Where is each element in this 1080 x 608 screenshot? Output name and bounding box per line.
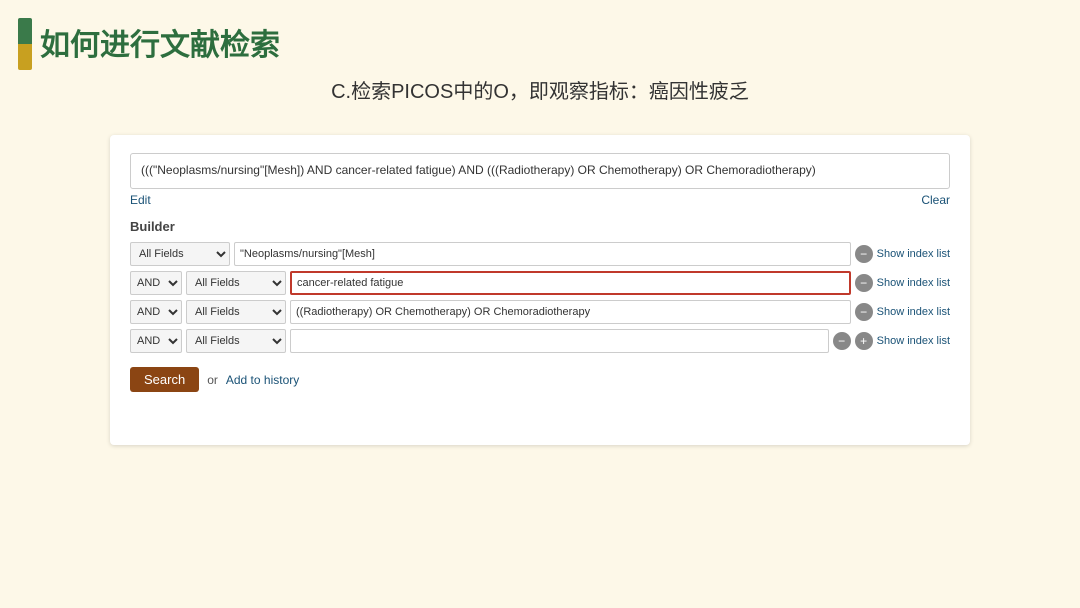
- header-accent-bar: [18, 18, 32, 70]
- bool-select-2[interactable]: AND OR NOT: [130, 300, 182, 324]
- search-button[interactable]: Search: [130, 367, 199, 392]
- term-input-0[interactable]: [234, 242, 851, 266]
- add-row-button-3[interactable]: +: [855, 332, 873, 350]
- term-input-3[interactable]: [290, 329, 829, 353]
- query-actions: Edit Clear: [130, 193, 950, 207]
- query-display: ((("Neoplasms/nursing"[Mesh]) AND cancer…: [130, 153, 950, 189]
- field-select-1[interactable]: All Fields: [186, 271, 286, 295]
- table-row: All Fields − Show index list: [130, 242, 950, 266]
- or-text: or: [207, 373, 218, 387]
- add-to-history-link[interactable]: Add to history: [226, 373, 299, 387]
- remove-row-button-0[interactable]: −: [855, 245, 873, 263]
- remove-row-button-2[interactable]: −: [855, 303, 873, 321]
- bool-select-1[interactable]: AND OR NOT: [130, 271, 182, 295]
- table-row: AND OR NOT All Fields − Show index list: [130, 271, 950, 295]
- term-input-2[interactable]: [290, 300, 851, 324]
- table-row: AND OR NOT All Fields − Show index list: [130, 300, 950, 324]
- show-index-link-2[interactable]: Show index list: [877, 306, 950, 318]
- bool-select-3[interactable]: AND OR NOT: [130, 329, 182, 353]
- clear-link[interactable]: Clear: [921, 193, 950, 207]
- field-select-3[interactable]: All Fields: [186, 329, 286, 353]
- page-title: 如何进行文献检索: [40, 20, 280, 64]
- field-select-2[interactable]: All Fields: [186, 300, 286, 324]
- table-row: AND OR NOT All Fields − + Show index lis…: [130, 329, 950, 353]
- remove-row-button-1[interactable]: −: [855, 274, 873, 292]
- edit-link[interactable]: Edit: [130, 193, 151, 207]
- search-row: Search or Add to history: [130, 367, 950, 392]
- show-index-link-0[interactable]: Show index list: [877, 248, 950, 260]
- builder-label: Builder: [130, 219, 950, 234]
- remove-row-button-3[interactable]: −: [833, 332, 851, 350]
- term-input-1[interactable]: [290, 271, 851, 295]
- field-select-0[interactable]: All Fields: [130, 242, 230, 266]
- show-index-link-3[interactable]: Show index list: [877, 335, 950, 347]
- show-index-link-1[interactable]: Show index list: [877, 277, 950, 289]
- page-subtitle: C.检索PICOS中的O，即观察指标：癌因性疲乏: [0, 75, 1080, 104]
- main-card: ((("Neoplasms/nursing"[Mesh]) AND cancer…: [110, 135, 970, 445]
- builder-rows: All Fields − Show index list AND OR NOT …: [130, 242, 950, 353]
